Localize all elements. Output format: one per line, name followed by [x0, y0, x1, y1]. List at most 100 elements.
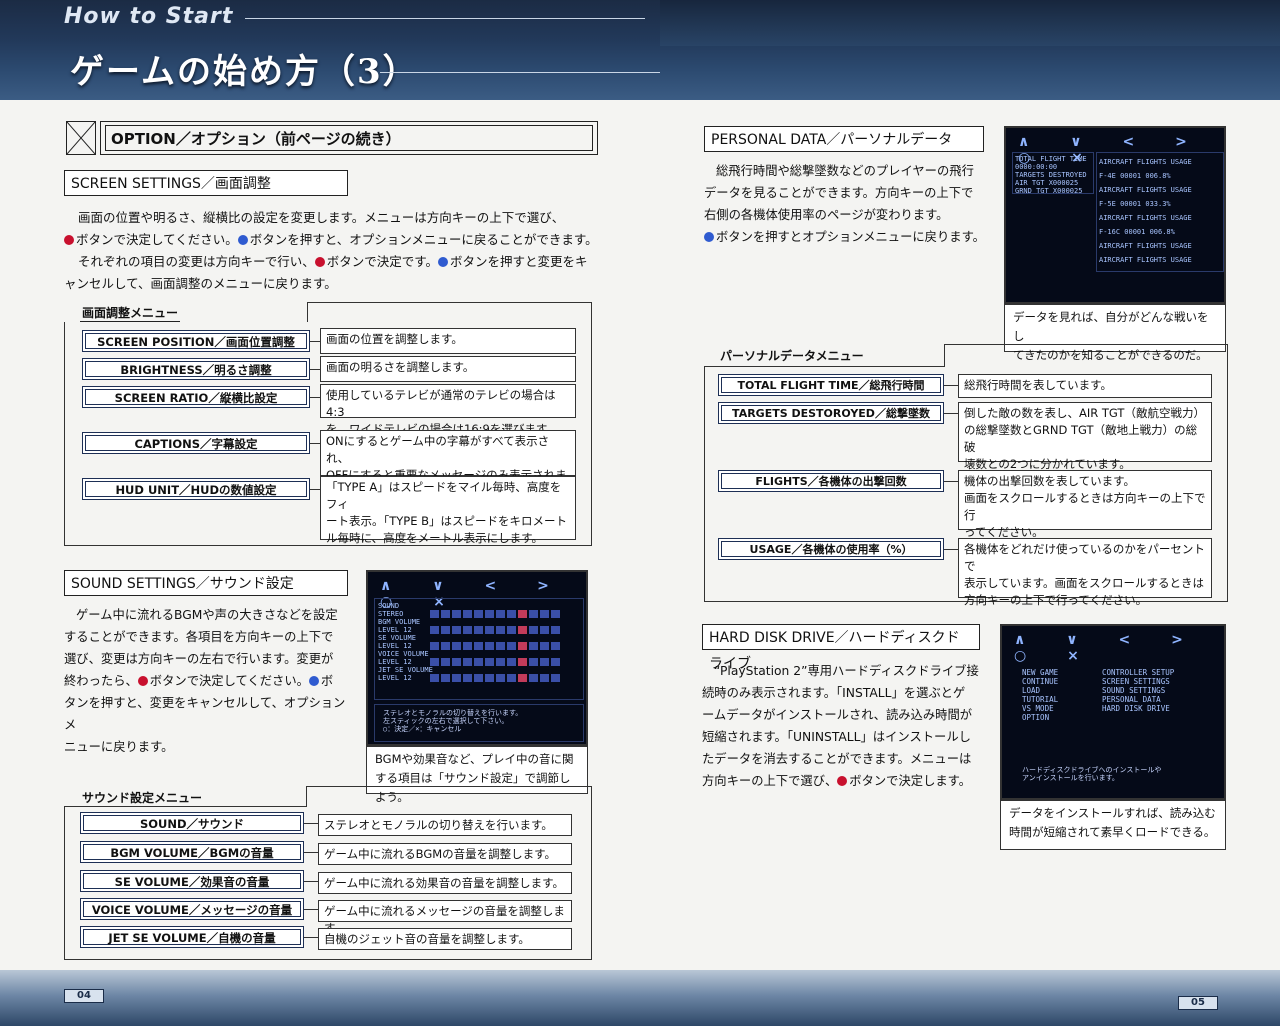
desc-line: 画面の位置を調整します。: [326, 332, 463, 346]
level-cell: [551, 658, 560, 666]
screen-menu-item-desc: 画面の位置を調整します。: [320, 328, 576, 354]
level-cell: [496, 626, 505, 634]
text: ボタンで決定します。: [849, 774, 972, 788]
desc-line: 倒した敵の数を表し、AIR TGT（敵航空戦力）: [964, 406, 1205, 420]
sound-row-label: LEVEL 12: [378, 674, 412, 682]
help-line: ○：決定／×：キャンセル: [383, 725, 462, 733]
connector-line: [310, 341, 320, 342]
text: たデータを消去することができます。メニューは: [702, 752, 972, 766]
personal-menu-item-desc: 各機体をどれだけ使っているのかをパーセントで 表示しています。画面をスクロールする…: [958, 538, 1212, 607]
level-cell: [518, 626, 527, 634]
level-cell: [529, 658, 538, 666]
option-menu-item: CONTROLLER SETUP: [1102, 668, 1175, 677]
desc-line: 方向キーの上下で行ってください。: [964, 593, 1148, 607]
caption-line: データを見れば、自分がどんな戦いをし: [1013, 310, 1209, 343]
sound-help-panel: ステレオとモノラルの切り替えを行います。 左スティックの左右で選択して下さい。 …: [374, 704, 584, 742]
totals-line: TARGETS DESTROYED: [1015, 171, 1087, 179]
sound-settings-screenshot: ∧ ∨ < > ○ × SOUND STEREO BGM VOLUME LEVEL 1…: [366, 570, 588, 746]
screen-menu-item-desc: 使用しているテレビが通常のテレビの場合は4:3 を、ワイドテレビの場合は16:9を…: [320, 384, 576, 436]
screen-settings-text: 画面の位置や明るさ、縦横比の設定を変更します。メニューは方向キーの上下で選び、 …: [64, 207, 618, 295]
circle-button-icon: [137, 676, 148, 686]
cross-button-icon: [704, 232, 714, 242]
level-cell: [441, 610, 450, 618]
sound-menu-item-label: JET SE VOLUME／自機の音量: [80, 926, 304, 948]
sound-menu-item-desc: ゲーム中に流れるBGMの音量を調整します。: [318, 843, 572, 865]
aircraft-panel: AIRCRAFT FLIGHTS USAGE F-4E 00001 006.8% A…: [1096, 152, 1224, 272]
screen-settings-line1: 画面の位置や明るさ、縦横比の設定を変更します。メニューは方向キーの上下で選び、: [78, 210, 565, 225]
desc-line: の総撃墜数とGRND TGT（敵地上戦力）の総破: [964, 423, 1198, 454]
level-cell: [496, 642, 505, 650]
connector-line: [944, 549, 958, 550]
level-cell: [496, 610, 505, 618]
level-cell: [551, 642, 560, 650]
header-divider: [245, 18, 645, 19]
personal-menu-title: パーソナルデータメニュー: [720, 349, 864, 363]
option-menu-item: SOUND SETTINGS: [1102, 686, 1166, 695]
personal-menu-item-label: FLIGHTS／各機体の出撃回数: [718, 470, 944, 492]
help-line: ハードディスクドライブへのインストールや: [1022, 766, 1162, 774]
level-cell: [518, 658, 527, 666]
screen-settings-heading: SCREEN SETTINGS／画面調整: [64, 170, 348, 196]
level-cell: [529, 642, 538, 650]
caption-line: BGMや効果音など、プレイ中の音に関: [375, 752, 574, 766]
level-cell: [452, 610, 461, 618]
text: 続時のみ表示されます。「INSTALL」を選ぶとゲ: [702, 686, 966, 700]
aircraft-line: AIRCRAFT FLIGHTS USAGE: [1099, 242, 1192, 250]
level-cell: [474, 610, 483, 618]
level-cell: [474, 674, 483, 682]
level-cell: [507, 658, 516, 666]
text: データを見ることができます。方向キーの上下で: [704, 186, 974, 200]
personal-data-text: 総飛行時間や総撃墜数などのプレイヤーの飛行 データを見ることができます。方向キー…: [704, 160, 994, 248]
totals-panel: TOTAL FLIGHT TIME 0000:00:00 TARGETS DESTR…: [1012, 152, 1094, 195]
screen-menu-title: 画面調整メニュー: [80, 306, 181, 322]
level-cell: [485, 658, 494, 666]
sound-menu-item-desc: ステレオとモノラルの切り替えを行います。: [318, 814, 572, 836]
level-cell: [485, 642, 494, 650]
personal-menu-item-desc: 倒した敵の数を表し、AIR TGT（敵航空戦力） の総撃墜数とGRND TGT（敵…: [958, 402, 1212, 471]
text: ームデータがインストールされ、読み込み時間が: [702, 708, 973, 722]
text: することができます。各項目を方向キーの上下で: [64, 630, 334, 644]
level-cell: [430, 674, 439, 682]
level-cell: [540, 642, 549, 650]
main-menu-item: CONTINUE: [1022, 677, 1059, 686]
text: 右側の各機体使用率のページが変わります。: [704, 208, 949, 222]
help-line: 左スティックの左右で選択して下さい。: [383, 717, 509, 725]
level-cell: [452, 626, 461, 634]
sound-menu-item-label: SOUND／サウンド: [80, 812, 304, 834]
screen-menu-item-label: SCREEN RATIO／縦横比設定: [82, 386, 310, 408]
main-menu-item: VS MODE: [1022, 704, 1054, 713]
text: ボタンで決定です。: [326, 254, 439, 269]
sound-menu-item-desc: ゲーム中に流れる効果音の音量を調整します。: [318, 872, 572, 894]
aircraft-line: F-16C 00001 006.8%: [1099, 228, 1175, 236]
sound-panel-labels: SOUND STEREO BGM VOLUME LEVEL 12 SE VOLUME LE…: [378, 602, 433, 682]
level-cell: [518, 674, 527, 682]
sound-menu-item-label: SE VOLUME／効果音の音量: [80, 870, 304, 892]
level-cell: [474, 658, 483, 666]
connector-line: [310, 489, 320, 490]
personal-data-screenshot: ∧ ∨ < > ○ × TOTAL FLIGHT TIME 0000:00:00 T…: [1004, 126, 1226, 304]
level-cell: [507, 674, 516, 682]
connector-line: [944, 413, 958, 414]
sound-row-label: LEVEL 12: [378, 642, 412, 650]
text: ゲーム中に流れるBGMや声の大きさなどを設定: [76, 608, 338, 622]
screen-menu-item-desc: ONにするとゲーム中の字幕がすべて表示され、 OFFにすると重要なメッセージのみ表…: [320, 430, 576, 499]
level-cell: [430, 642, 439, 650]
text: ボ: [320, 674, 334, 688]
sound-menu-item-desc: ゲーム中に流れるメッセージの音量を調整します。: [318, 900, 572, 935]
level-cell: [463, 642, 472, 650]
hdd-caption: データをインストールすれば、読み込む 時間が短縮されて素早くロードできる。: [1000, 800, 1226, 850]
personal-menu-title-box: パーソナルデータメニュー: [704, 344, 945, 367]
totals-line: GRND TGT X000025: [1015, 187, 1083, 195]
level-cell: [441, 642, 450, 650]
level-cell: [529, 626, 538, 634]
level-cell: [452, 658, 461, 666]
sound-menu-title: サウンド設定メニュー: [82, 791, 203, 805]
screen-menu-item-label: HUD UNIT／HUDの数値設定: [82, 478, 310, 500]
level-cell: [441, 674, 450, 682]
sound-row-label: JET SE VOLUME: [378, 666, 433, 674]
text: それぞれの項目の変更は方向キーで行い、: [78, 254, 315, 269]
level-cell: [540, 674, 549, 682]
caption-line: データをインストールすれば、読み込む: [1009, 806, 1216, 820]
sound-menu-item-label: VOICE VOLUME／メッセージの音量: [80, 898, 304, 920]
level-cell: [551, 610, 560, 618]
